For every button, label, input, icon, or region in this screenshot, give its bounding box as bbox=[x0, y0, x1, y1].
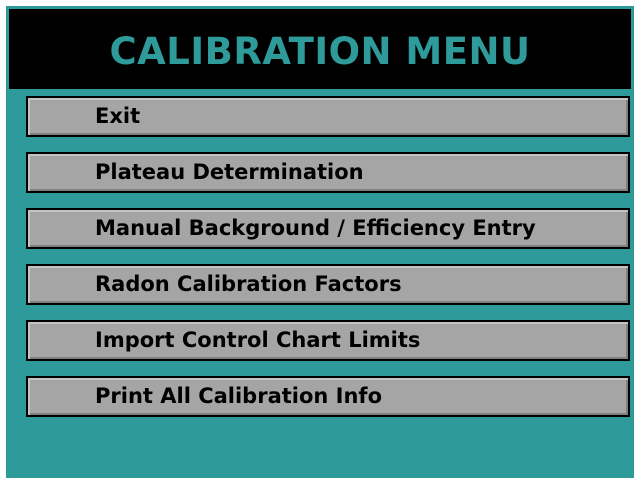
title-bar: CALIBRATION MENU bbox=[9, 9, 631, 89]
radon-calibration-factors-label: Radon Calibration Factors bbox=[95, 272, 402, 296]
exit-button-label: Exit bbox=[95, 104, 141, 128]
manual-background-efficiency-entry-button[interactable]: Manual Background / Efficiency Entry bbox=[26, 208, 630, 249]
print-all-calibration-info-button[interactable]: Print All Calibration Info bbox=[26, 376, 630, 417]
menu-title: CALIBRATION MENU bbox=[109, 29, 531, 73]
manual-background-efficiency-entry-label: Manual Background / Efficiency Entry bbox=[95, 216, 536, 240]
menu-list: Exit Plateau Determination Manual Backgr… bbox=[26, 96, 630, 432]
exit-button[interactable]: Exit bbox=[26, 96, 630, 137]
plateau-determination-button[interactable]: Plateau Determination bbox=[26, 152, 630, 193]
import-control-chart-limits-label: Import Control Chart Limits bbox=[95, 328, 421, 352]
plateau-determination-label: Plateau Determination bbox=[95, 160, 364, 184]
radon-calibration-factors-button[interactable]: Radon Calibration Factors bbox=[26, 264, 630, 305]
print-all-calibration-info-label: Print All Calibration Info bbox=[95, 384, 382, 408]
calibration-menu-window: CALIBRATION MENU Exit Plateau Determinat… bbox=[6, 6, 634, 478]
import-control-chart-limits-button[interactable]: Import Control Chart Limits bbox=[26, 320, 630, 361]
